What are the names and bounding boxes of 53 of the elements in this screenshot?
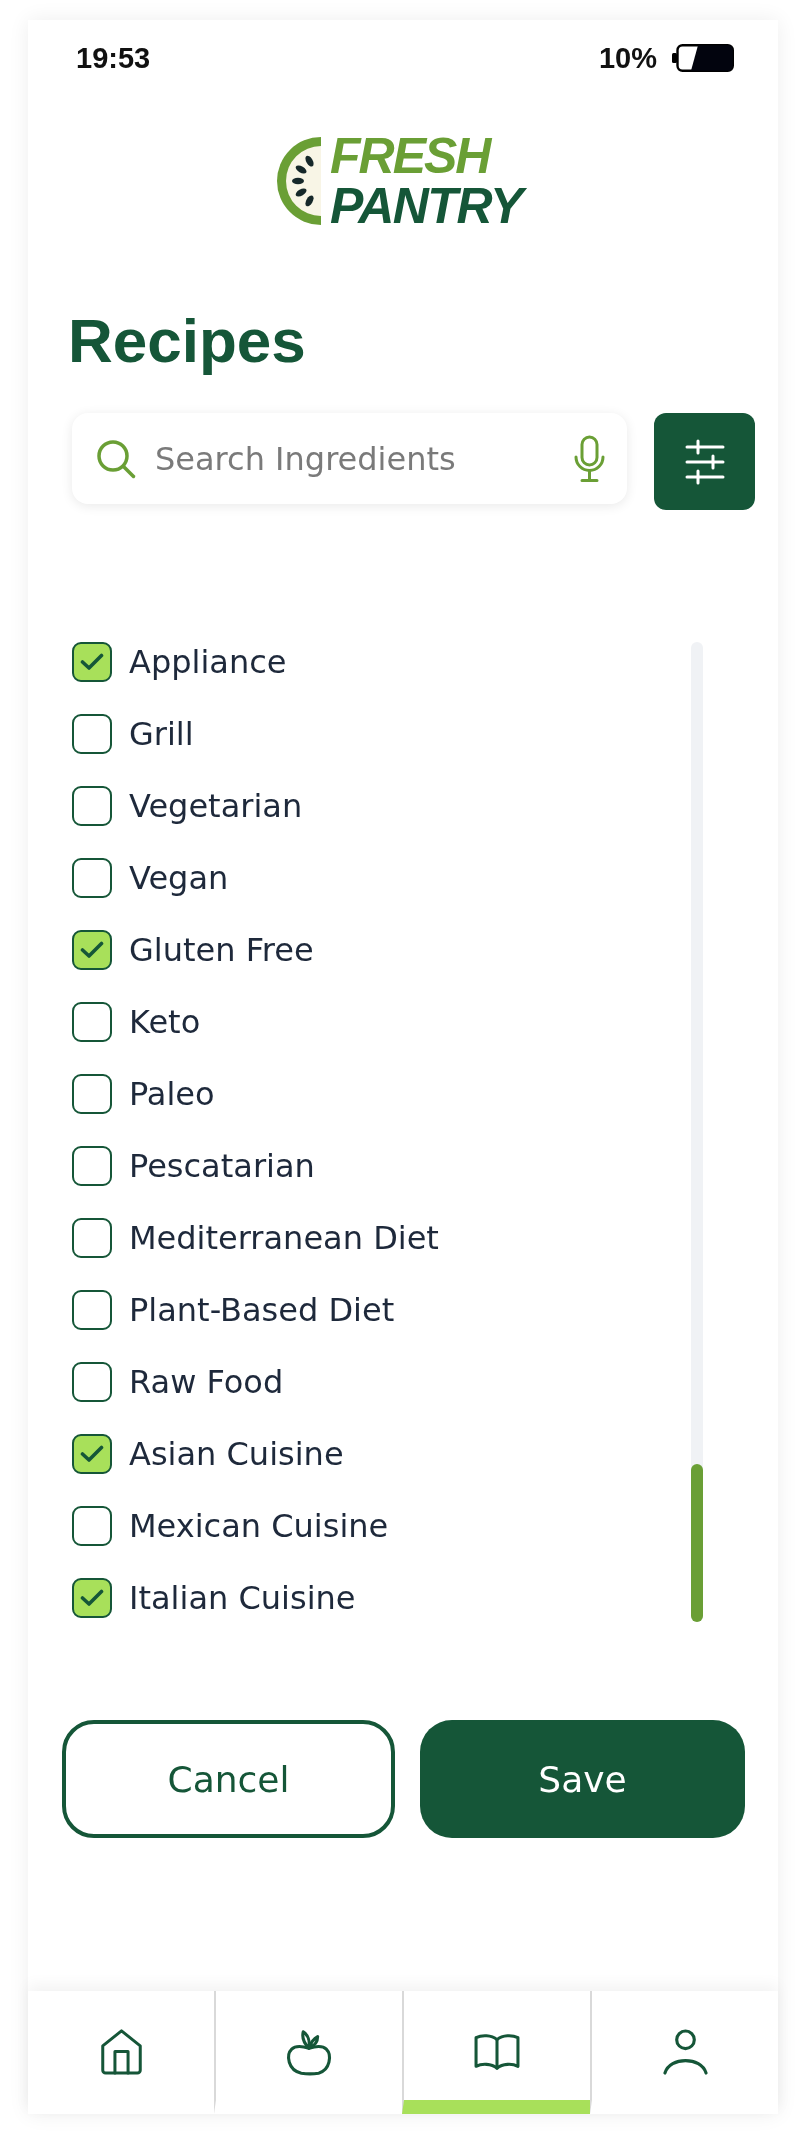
logo-text: PANTRY bbox=[330, 181, 530, 231]
microphone-icon[interactable] bbox=[573, 434, 606, 483]
checkbox-label: Italian Cuisine bbox=[129, 1579, 356, 1617]
checkbox-label: Raw Food bbox=[129, 1363, 284, 1401]
fruit-slice-icon bbox=[276, 137, 321, 225]
checkbox-label: Vegan bbox=[129, 859, 229, 897]
checkbox[interactable] bbox=[72, 1362, 112, 1402]
checkbox-label: Pescatarian bbox=[129, 1147, 315, 1185]
battery-percentage: 10% bbox=[598, 41, 657, 75]
checkbox[interactable] bbox=[72, 930, 112, 970]
checkbox-label: Paleo bbox=[129, 1075, 215, 1113]
status-time: 19:53 bbox=[76, 41, 151, 75]
cancel-button[interactable]: Cancel bbox=[62, 1720, 395, 1838]
checkbox-label: Mexican Cuisine bbox=[129, 1507, 389, 1545]
checkbox-label: Plant-Based Diet bbox=[129, 1291, 395, 1329]
home-icon bbox=[98, 2026, 144, 2077]
check-icon bbox=[80, 941, 104, 959]
checkbox[interactable] bbox=[72, 1218, 112, 1258]
check-icon bbox=[80, 1445, 104, 1463]
checkbox[interactable] bbox=[72, 1506, 112, 1546]
search-input[interactable]: Search Ingredients bbox=[155, 436, 554, 481]
checkbox-label: Mediterranean Diet bbox=[129, 1219, 439, 1257]
checkbox[interactable] bbox=[72, 1002, 112, 1042]
checkbox[interactable] bbox=[72, 714, 112, 754]
checkbox[interactable] bbox=[72, 1074, 112, 1114]
checkbox-label: Appliance bbox=[129, 643, 287, 681]
checkbox[interactable] bbox=[72, 1290, 112, 1330]
checkbox[interactable] bbox=[72, 786, 112, 826]
checkbox-label: Asian Cuisine bbox=[129, 1435, 344, 1473]
book-icon bbox=[472, 2031, 522, 2072]
checkbox[interactable] bbox=[72, 1434, 112, 1474]
save-button[interactable]: Save bbox=[420, 1720, 745, 1838]
sliders-icon bbox=[684, 438, 725, 485]
battery-icon bbox=[672, 44, 734, 72]
checkbox[interactable] bbox=[72, 1578, 112, 1618]
logo-text: FRESH bbox=[330, 131, 493, 181]
search-icon bbox=[96, 438, 136, 479]
checkbox-label: Grill bbox=[129, 715, 194, 753]
nav-tab[interactable] bbox=[28, 1991, 214, 2114]
checkbox[interactable] bbox=[72, 1146, 112, 1186]
nav-tab[interactable] bbox=[214, 1991, 402, 2114]
check-icon bbox=[80, 1589, 104, 1607]
nav-tab[interactable] bbox=[402, 1991, 590, 2114]
checkbox-label: Vegetarian bbox=[129, 787, 303, 825]
checkbox-label: Gluten Free bbox=[129, 931, 314, 969]
page-title: Recipes bbox=[68, 305, 306, 377]
filter-button[interactable] bbox=[654, 413, 755, 510]
checkbox-label: Keto bbox=[129, 1003, 201, 1041]
person-icon bbox=[661, 2027, 709, 2076]
checkbox[interactable] bbox=[72, 642, 112, 682]
scrollbar-thumb[interactable] bbox=[691, 1464, 703, 1622]
checkbox[interactable] bbox=[72, 858, 112, 898]
check-icon bbox=[80, 653, 104, 671]
